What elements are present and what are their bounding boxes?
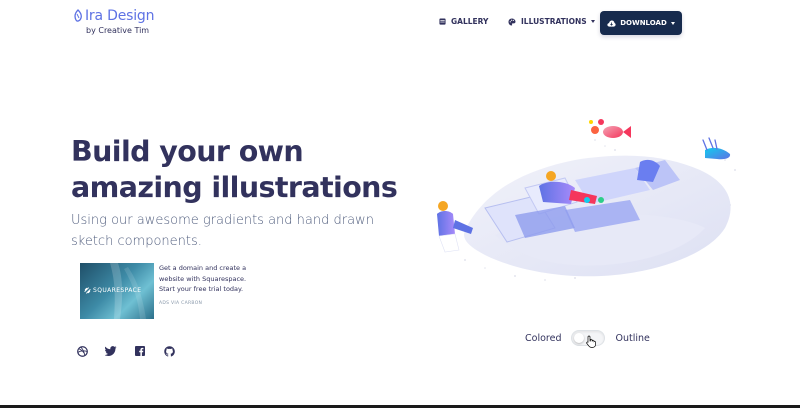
toggle-left-label: Colored (525, 332, 562, 344)
facebook-icon (135, 346, 145, 356)
cloud-download-icon (607, 19, 616, 27)
hero-illustration (437, 119, 736, 281)
gallery-icon (439, 18, 446, 25)
hero-title: Build your own amazing illustrations (71, 135, 398, 204)
hero-lead: Using our awesome gradients and hand dra… (71, 213, 374, 249)
chevron-down-icon (670, 21, 675, 25)
facebook-link[interactable] (133, 344, 147, 358)
ad-via[interactable]: ADS VIA CARBON (159, 301, 249, 306)
ad-text[interactable]: Get a domain and create a website with S… (159, 263, 249, 295)
brand[interactable]: Ira Design by Creative Tim (73, 8, 154, 35)
social-links (75, 344, 191, 358)
github-icon (163, 345, 175, 356)
floating-fish (589, 119, 631, 138)
hand-cursor-icon (586, 335, 596, 348)
ad-image-text: SQUARESPACE (93, 287, 142, 294)
person-left (437, 201, 473, 253)
download-label: DOWNLOAD (620, 19, 667, 27)
brand-row: Ira Design (73, 8, 154, 24)
brand-title: Ira Design (85, 8, 155, 24)
twitter-link[interactable] (104, 344, 118, 358)
toggle-right-label: Outline (615, 332, 650, 344)
dribbble-link[interactable] (75, 344, 89, 358)
nav-illustrations-dropdown[interactable]: ILLUSTRATIONS (508, 17, 595, 26)
nav-gallery-label: GALLERY (451, 17, 489, 26)
nav-illustrations-label: ILLUSTRATIONS (521, 17, 587, 26)
squarespace-logo-icon (84, 287, 91, 294)
navbar: Ira Design by Creative Tim GALLERY ILLUS… (0, 0, 800, 46)
download-button[interactable]: DOWNLOAD (600, 11, 682, 35)
ad-text-column: Get a domain and create a website with S… (159, 263, 249, 319)
chevron-down-icon (590, 20, 595, 23)
floating-shoe (702, 137, 731, 160)
github-link[interactable] (162, 344, 176, 358)
dribbble-icon (76, 345, 88, 357)
switch-knob (574, 333, 585, 343)
twitter-icon (105, 346, 117, 356)
palette-icon (508, 18, 516, 25)
nav-gallery[interactable]: GALLERY (439, 17, 488, 26)
ad-image[interactable]: SQUARESPACE (80, 263, 154, 319)
brand-subtitle: by Creative Tim (86, 26, 150, 35)
carbon-ad[interactable]: SQUARESPACE Get a domain and create a we… (80, 263, 250, 319)
logo-icon (74, 9, 82, 22)
ad-image-brand: SQUARESPACE (84, 287, 141, 294)
